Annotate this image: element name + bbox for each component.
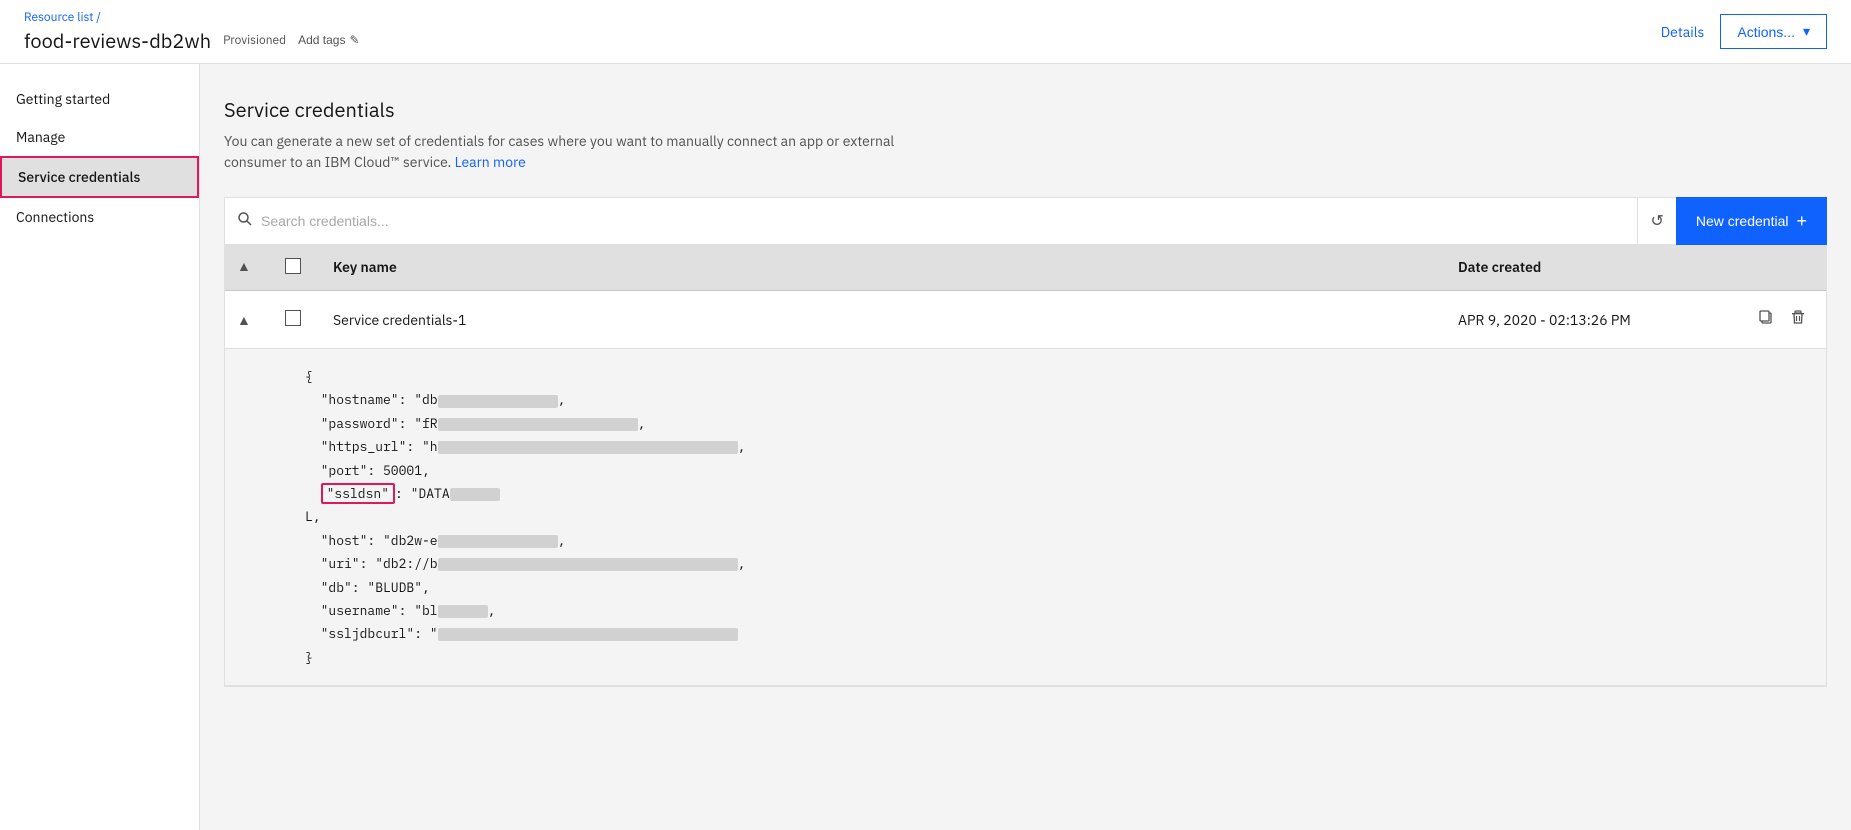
main-content: Service credentials You can generate a n… xyxy=(200,64,1851,830)
header-date-created: Date created xyxy=(1446,258,1746,278)
new-credential-button[interactable]: New credential + xyxy=(1676,197,1827,245)
section-desc: You can generate a new set of credential… xyxy=(224,131,924,173)
blurred-value xyxy=(438,558,738,571)
page-title-row: food-reviews-db2wh Provisioned Add tags … xyxy=(24,27,360,54)
plus-icon: + xyxy=(1796,211,1807,232)
refresh-button[interactable]: ↺ xyxy=(1637,197,1675,245)
json-line: "username": "bl , xyxy=(305,599,1802,622)
breadcrumb-link[interactable]: Resource list xyxy=(24,10,93,25)
row-key-name: Service credentials-1 xyxy=(321,311,1446,329)
row-actions xyxy=(1746,305,1826,334)
json-line: "ssljdbcurl": " xyxy=(305,622,1802,645)
json-line: { xyxy=(305,365,1802,388)
actions-button[interactable]: Actions... ▾ xyxy=(1720,14,1827,49)
sidebar: Getting started Manage Service credentia… xyxy=(0,64,200,830)
header-actions xyxy=(1746,258,1826,278)
json-line: "https_url": "h , xyxy=(305,435,1802,458)
top-bar-left: Resource list / food-reviews-db2wh Provi… xyxy=(24,10,360,54)
delete-button[interactable] xyxy=(1786,305,1810,334)
select-all-checkbox[interactable] xyxy=(285,258,301,274)
search-and-actions-row: ↺ New credential + xyxy=(224,197,1827,245)
json-line: "port": 50001, xyxy=(305,459,1802,482)
blurred-value xyxy=(438,418,638,431)
breadcrumb-separator: / xyxy=(96,10,101,25)
blurred-value xyxy=(438,535,558,548)
copy-icon xyxy=(1758,312,1774,329)
sidebar-item-getting-started[interactable]: Getting started xyxy=(0,80,199,118)
new-credential-label: New credential xyxy=(1696,213,1789,229)
layout: Getting started Manage Service credentia… xyxy=(0,64,1851,830)
json-line: } xyxy=(305,646,1802,669)
top-bar-right: Details Actions... ▾ xyxy=(1661,14,1827,49)
json-line: "ssldsn": "DATA xyxy=(305,482,1802,505)
page-title: food-reviews-db2wh xyxy=(24,27,211,54)
ssldsn-highlighted-key: "ssldsn" xyxy=(321,483,395,504)
row-expand-cell: ▲ xyxy=(225,312,273,328)
json-line: "host": "db2w-e , xyxy=(305,529,1802,552)
search-icon xyxy=(237,211,253,232)
table-row-main: ▲ Service credentials-1 APR 9, 2020 - 02… xyxy=(225,291,1826,348)
json-expanded-content: { "hostname": "db , "password": "fR , "h… xyxy=(225,348,1826,685)
blurred-value xyxy=(438,605,488,618)
expand-all-button[interactable]: ▲ xyxy=(237,258,251,274)
json-body: { "hostname": "db , "password": "fR , "h… xyxy=(225,349,1826,685)
json-line: L, xyxy=(305,505,1802,528)
blurred-value xyxy=(438,628,738,641)
header-key-name: Key name xyxy=(321,258,1446,278)
json-line: "uri": "db2://b , xyxy=(305,552,1802,575)
search-container xyxy=(224,197,1637,245)
sidebar-item-connections[interactable]: Connections xyxy=(0,198,199,236)
header-expand: ▲ xyxy=(225,258,273,278)
refresh-icon: ↺ xyxy=(1650,211,1663,231)
row-expand-button[interactable]: ▲ xyxy=(237,312,251,328)
search-input[interactable] xyxy=(261,213,1625,229)
status-badge: Provisioned xyxy=(223,33,286,48)
details-link[interactable]: Details xyxy=(1661,23,1705,41)
json-line: "db": "BLUDB", xyxy=(305,576,1802,599)
json-line: "password": "fR , xyxy=(305,412,1802,435)
trash-icon xyxy=(1790,312,1806,329)
sidebar-item-manage[interactable]: Manage xyxy=(0,118,199,156)
top-bar: Resource list / food-reviews-db2wh Provi… xyxy=(0,0,1851,64)
row-checkbox-cell xyxy=(273,310,321,330)
blurred-value xyxy=(450,488,500,501)
add-tags-label: Add tags xyxy=(298,33,345,47)
blurred-value xyxy=(438,441,738,454)
credentials-table: ▲ Key name Date created ▲ S xyxy=(224,245,1827,687)
chevron-down-icon: ▾ xyxy=(1803,23,1810,40)
add-tags-button[interactable]: Add tags ✎ xyxy=(298,33,359,47)
table-row: ▲ Service credentials-1 APR 9, 2020 - 02… xyxy=(225,291,1826,686)
edit-icon: ✎ xyxy=(349,33,359,47)
header-checkbox xyxy=(273,258,321,278)
learn-more-link[interactable]: Learn more xyxy=(455,153,526,171)
row-checkbox[interactable] xyxy=(285,310,301,326)
actions-label: Actions... xyxy=(1737,24,1795,40)
copy-button[interactable] xyxy=(1754,305,1778,334)
json-line: "hostname": "db , xyxy=(305,388,1802,411)
section-title: Service credentials xyxy=(224,96,1827,123)
row-date-created: APR 9, 2020 - 02:13:26 PM xyxy=(1446,311,1746,329)
breadcrumb: Resource list / xyxy=(24,10,360,25)
table-header: ▲ Key name Date created xyxy=(225,246,1826,291)
blurred-value xyxy=(438,395,558,408)
sidebar-item-service-credentials[interactable]: Service credentials xyxy=(0,156,199,198)
